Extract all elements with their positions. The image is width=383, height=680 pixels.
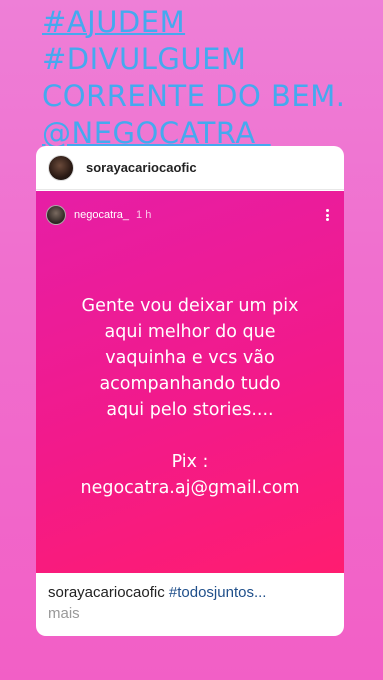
story-header: negocatra_ 1 h bbox=[36, 191, 344, 225]
caption-more-link[interactable]: mais bbox=[48, 603, 338, 624]
shared-post-card[interactable]: sorayacariocaofic negocatra_ 1 h Gente v… bbox=[36, 146, 344, 636]
story-text-line: aqui pelo stories.... bbox=[106, 400, 274, 420]
story-text: Gente vou deixar um pix aqui melhor do q… bbox=[36, 293, 344, 501]
story-text-line: acompanhando tudo bbox=[99, 374, 281, 394]
pix-label: Pix : bbox=[171, 452, 209, 472]
story-text-line: aqui melhor do que bbox=[104, 322, 276, 342]
story-timestamp: 1 h bbox=[136, 209, 152, 221]
story-text-line: vaquinha e vcs vão bbox=[105, 348, 275, 368]
post-username[interactable]: sorayacariocaofic bbox=[86, 160, 197, 175]
caption-username[interactable]: sorayacariocaofic bbox=[48, 584, 165, 601]
more-options-icon[interactable] bbox=[320, 208, 334, 222]
headline-hashtag-divulguem[interactable]: #DIVULGUEM bbox=[42, 41, 345, 78]
story-content[interactable]: negocatra_ 1 h Gente vou deixar um pix a… bbox=[36, 191, 344, 573]
avatar[interactable] bbox=[48, 154, 74, 181]
story-username[interactable]: negocatra_ bbox=[74, 209, 129, 221]
post-header: sorayacariocaofic bbox=[36, 146, 344, 190]
story-text-line: Gente vou deixar um pix bbox=[81, 296, 299, 316]
headline: #AJUDEM #DIVULGUEM CORRENTE DO BEM. @NEG… bbox=[42, 4, 345, 152]
pix-email: negocatra.aj@gmail.com bbox=[80, 478, 300, 498]
headline-text: CORRENTE DO BEM. bbox=[42, 79, 346, 113]
caption-hashtag[interactable]: #todosjuntos... bbox=[169, 584, 267, 601]
post-caption: sorayacariocaofic #todosjuntos... mais bbox=[48, 582, 338, 624]
story-avatar[interactable] bbox=[46, 205, 66, 225]
headline-hashtag-ajudem[interactable]: #AJUDEM bbox=[42, 4, 345, 41]
